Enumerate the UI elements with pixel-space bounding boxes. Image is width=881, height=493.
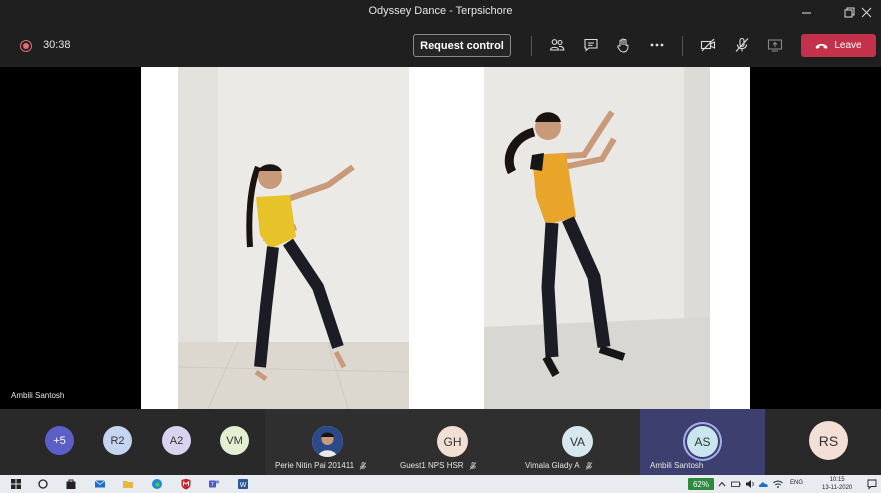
minimize-button[interactable] [791,0,821,24]
tray-icon[interactable] [758,478,770,490]
svg-text:T: T [211,482,214,488]
chevron-up-icon [718,481,726,487]
participant-name: Ambili Santosh [650,461,704,470]
more-options-icon [650,43,664,47]
notifications-button[interactable] [866,478,878,490]
camera-toggle-button[interactable] [699,36,717,54]
mic-toggle-button[interactable] [733,36,751,54]
share-screen-button[interactable] [766,36,784,54]
close-icon [861,7,871,17]
request-control-button[interactable]: Request control [413,34,511,57]
taskbar-app[interactable] [151,478,163,490]
participant-avatar[interactable]: VM [220,426,249,455]
taskbar-app[interactable] [94,478,106,490]
participant-name: Vimala Glady A [525,461,593,470]
store-icon [66,479,76,489]
mcafee-icon [181,478,191,490]
mic-off-icon [359,461,367,470]
word-icon: W [238,479,248,489]
taskbar-app[interactable]: W [237,478,249,490]
participant-tile[interactable]: VA Vimala Glady A [515,409,640,475]
participant-avatar: VA [562,426,593,457]
speaker-icon [746,480,754,488]
language-indicator[interactable]: ENG [790,480,803,486]
participant-avatar[interactable]: R2 [103,426,132,455]
raise-hand-button[interactable] [614,36,632,54]
participants-button[interactable] [548,36,566,54]
taskbar-app[interactable] [180,478,192,490]
volume-button[interactable] [744,478,756,490]
mail-icon [94,480,106,488]
toolbar-divider [682,36,683,56]
taskbar-app[interactable] [65,478,77,490]
network-button[interactable] [772,478,784,490]
windows-logo-icon [11,479,21,489]
chat-button[interactable] [582,36,600,54]
wifi-icon [773,480,783,488]
start-button[interactable] [10,478,22,490]
tray-icon[interactable] [730,478,742,490]
file-explorer-icon [123,481,133,488]
close-button[interactable] [851,0,881,24]
participants-icon [549,39,565,51]
share-screen-icon [767,39,783,52]
tray-overflow-button[interactable] [716,478,728,490]
meeting-timer: 30:38 [43,39,71,51]
search-circle-icon [38,479,48,489]
chat-icon [584,38,598,52]
dancer-photo-left [178,67,409,409]
dancer-photo-right [484,67,710,409]
participant-tile[interactable]: RS [765,409,881,475]
svg-text:W: W [240,482,247,489]
teams-icon: T [209,480,220,488]
battery-indicator[interactable]: 62% [688,478,714,490]
window-title: Odyssey Dance - Terpsichore [368,5,513,17]
camera-off-icon [700,38,716,52]
title-bar: Odyssey Dance - Terpsichore [0,0,881,24]
participant-avatar: RS [809,421,848,460]
windows-taskbar: T W 62% ENG 10:15 13-11-2020 [0,475,881,493]
participant-name: Guest1 NPS HSR [400,461,477,470]
participant-avatar: GH [437,426,468,457]
taskbar-app-teams[interactable]: T [208,478,220,490]
mic-off-icon [585,461,592,470]
raise-hand-icon [617,38,629,53]
leave-label: Leave [834,40,862,51]
onedrive-icon [758,482,768,487]
participant-tile[interactable]: Perie Nitin Pai 201411 [265,409,390,475]
search-button[interactable] [37,478,49,490]
presenter-name: Ambili Santosh [11,391,65,400]
toolbar-divider [531,36,532,56]
mic-off-icon [735,37,749,52]
more-participants-button[interactable]: +5 [45,426,74,455]
shared-slide [141,67,750,409]
mic-off-icon [469,461,476,470]
participant-tile[interactable]: GH Guest1 NPS HSR [390,409,515,475]
minimize-icon [801,12,811,13]
participant-avatar[interactable]: A2 [162,426,191,455]
recording-icon [20,40,32,52]
hang-up-icon [815,43,828,49]
more-options-button[interactable] [648,36,666,54]
participant-strip: +5 R2 A2 VM Perie Nitin Pai 201411 GH Gu… [0,409,881,475]
participant-avatar: AS [687,426,718,457]
system-clock[interactable]: 10:15 13-11-2020 [822,476,852,492]
edge-browser-icon [152,479,162,489]
meeting-toolbar: 30:38 Request control Leave [0,24,881,67]
battery-icon [731,481,741,487]
participant-name: Perie Nitin Pai 201411 [275,461,367,470]
participant-photo [312,426,343,457]
taskbar-app[interactable] [122,478,134,490]
participant-tile-active[interactable]: AS Ambili Santosh [640,409,765,475]
notification-icon [867,479,877,490]
leave-button[interactable]: Leave [801,34,876,57]
shared-screen-stage: Ambili Santosh [0,67,881,409]
